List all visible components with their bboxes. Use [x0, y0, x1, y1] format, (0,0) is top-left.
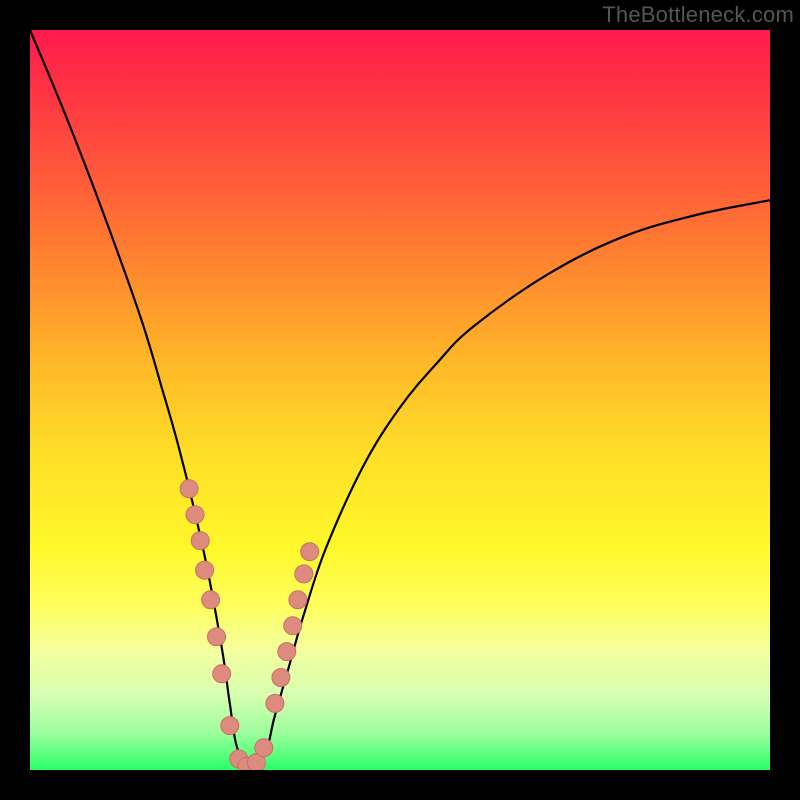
chart-stage: TheBottleneck.com [0, 0, 800, 800]
marker-point [186, 506, 204, 524]
bottleneck-curve [30, 30, 770, 770]
marker-point [196, 561, 214, 579]
marker-point [278, 643, 296, 661]
sample-markers [180, 480, 319, 770]
marker-point [289, 591, 307, 609]
marker-point [266, 694, 284, 712]
curve-layer [30, 30, 770, 770]
marker-point [213, 665, 231, 683]
marker-point [255, 739, 273, 757]
marker-point [272, 669, 290, 687]
marker-point [295, 565, 313, 583]
watermark-text: TheBottleneck.com [602, 2, 794, 28]
marker-point [191, 532, 209, 550]
marker-point [180, 480, 198, 498]
plot-area [30, 30, 770, 770]
marker-point [284, 617, 302, 635]
marker-point [221, 717, 239, 735]
marker-point [208, 628, 226, 646]
marker-point [202, 591, 220, 609]
marker-point [301, 543, 319, 561]
